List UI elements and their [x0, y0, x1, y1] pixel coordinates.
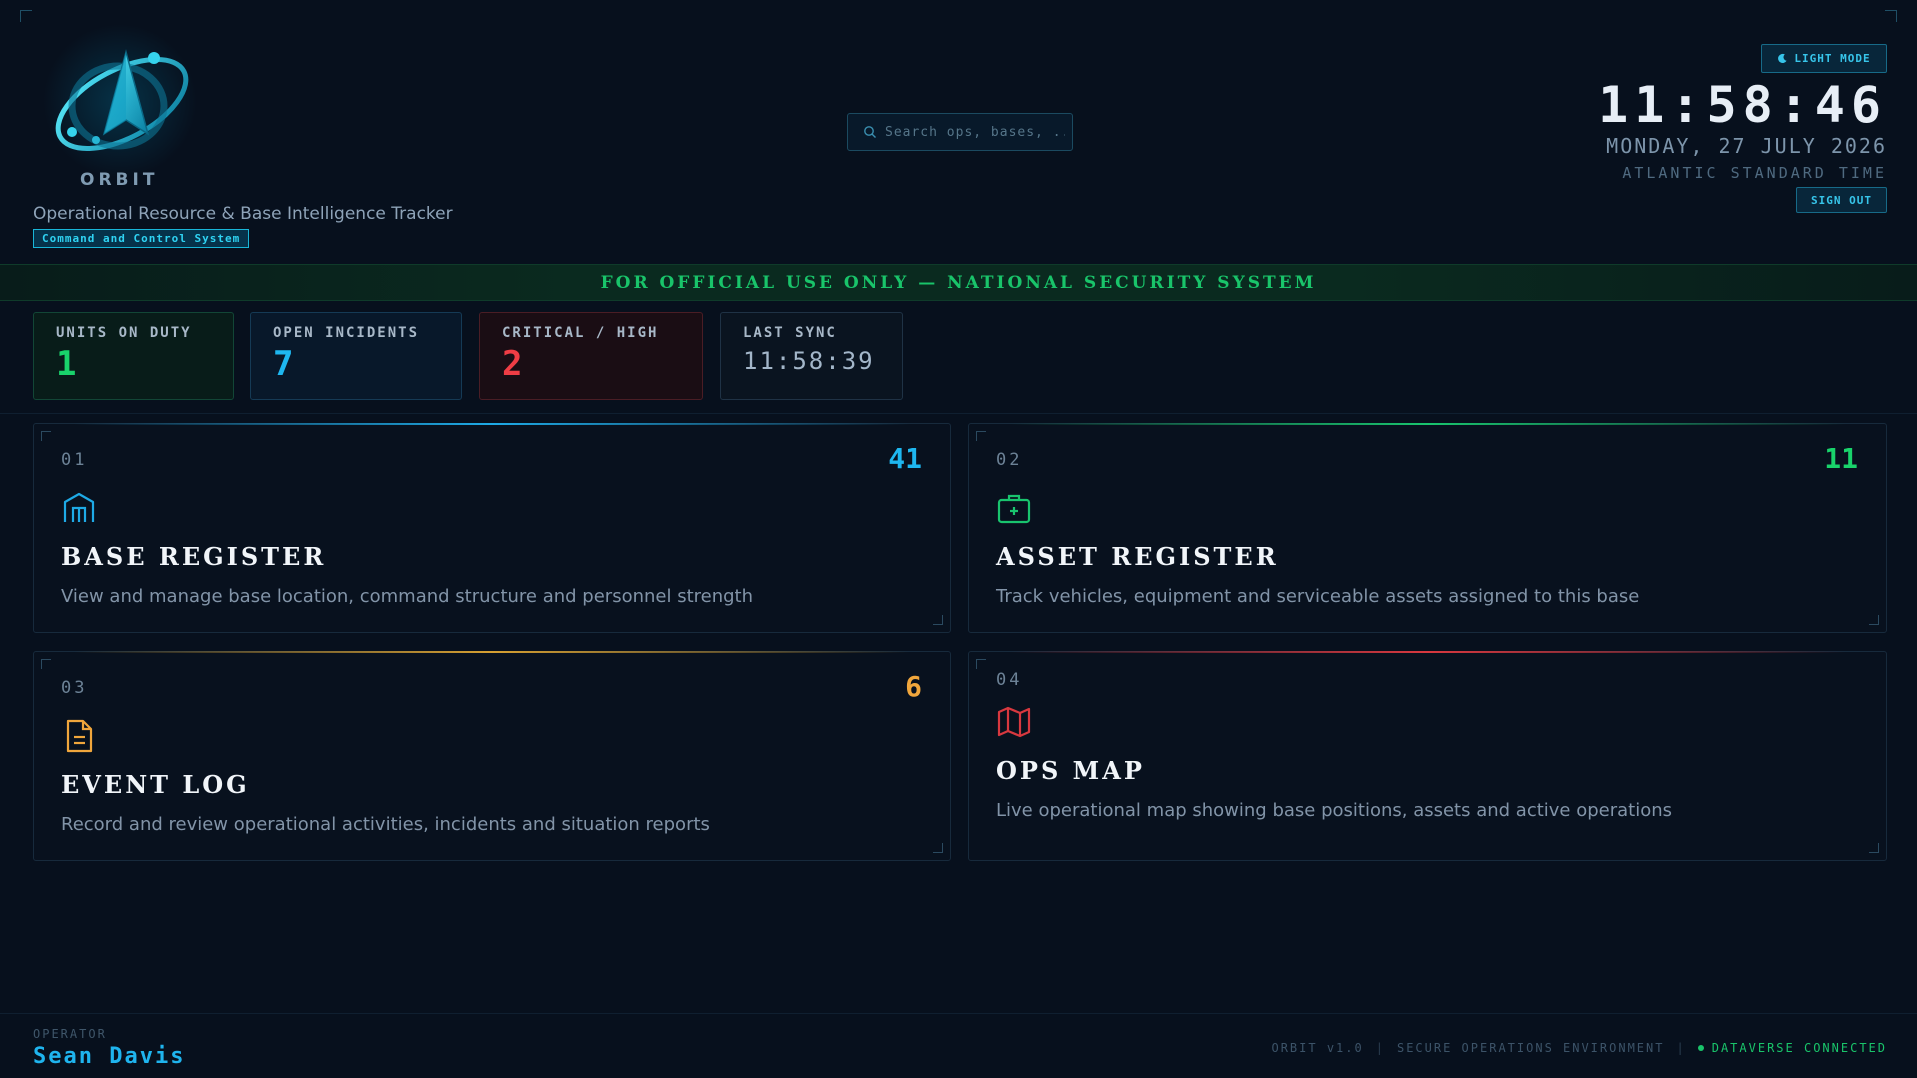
card-description: View and manage base location, command s…: [61, 586, 754, 607]
stat-last-sync: LAST SYNC 11:58:39: [720, 312, 903, 400]
brand-name: ORBIT: [80, 170, 159, 190]
header: ORBIT Operational Resource & Base Intell…: [0, 0, 1917, 262]
search-box[interactable]: [847, 113, 1073, 151]
connection-text: DATAVERSE CONNECTED: [1711, 1041, 1887, 1055]
card-event-log[interactable]: 03 6 EVENT LOG Record and review operati…: [33, 651, 951, 861]
card-ops-map[interactable]: 04 OPS MAP Live operational map showing …: [968, 651, 1887, 861]
search-input[interactable]: [885, 124, 1065, 140]
version-text: ORBIT v1.0: [1271, 1041, 1364, 1055]
card-asset-register[interactable]: 02 11 ASSET REGISTER Track vehicles, equ…: [968, 423, 1887, 633]
orbit-logo: [30, 16, 210, 186]
card-number: 02: [996, 450, 1023, 470]
card-count: 11: [1824, 442, 1858, 475]
stat-value: 7: [273, 344, 294, 384]
card-title: EVENT LOG: [61, 770, 250, 799]
card-description: Live operational map showing base positi…: [996, 800, 1673, 821]
card-title: ASSET REGISTER: [996, 542, 1279, 571]
footer-status: ORBIT v1.0 | SECURE OPERATIONS ENVIRONME…: [1271, 1041, 1887, 1055]
stat-label: LAST SYNC: [743, 325, 837, 341]
operator-label: OPERATOR: [33, 1027, 107, 1041]
moon-icon: [1778, 53, 1787, 64]
stat-critical-high: CRITICAL / HIGH 2: [479, 312, 703, 400]
card-base-register[interactable]: 01 41 BASE REGISTER View and manage base…: [33, 423, 951, 633]
base-building-icon: [63, 492, 95, 522]
stat-value: 11:58:39: [743, 347, 875, 375]
clock-timezone: ATLANTIC STANDARD TIME: [1622, 164, 1887, 182]
stat-label: CRITICAL / HIGH: [502, 325, 659, 341]
light-mode-button[interactable]: LIGHT MODE: [1761, 44, 1887, 73]
system-badge: Command and Control System: [33, 229, 250, 248]
clock-time: 11:58:46: [1598, 76, 1887, 134]
card-number: 01: [61, 450, 88, 470]
document-icon: [66, 719, 93, 753]
stat-units-on-duty: UNITS ON DUTY 1: [33, 312, 234, 400]
card-number: 03: [61, 678, 88, 698]
stat-value: 1: [56, 344, 77, 384]
stat-label: UNITS ON DUTY: [56, 325, 192, 341]
search-icon: [864, 126, 876, 138]
stat-label: OPEN INCIDENTS: [273, 325, 420, 341]
footer: OPERATOR Sean Davis ORBIT v1.0 | SECURE …: [0, 1013, 1917, 1078]
card-title: OPS MAP: [996, 756, 1145, 785]
brand-subtitle: Operational Resource & Base Intelligence…: [33, 204, 453, 224]
clock-date: MONDAY, 27 JULY 2026: [1606, 134, 1887, 158]
card-number: 04: [996, 670, 1023, 690]
map-icon: [997, 706, 1031, 738]
card-count: 6: [905, 670, 922, 703]
status-dot-icon: [1697, 1045, 1704, 1051]
divider: [0, 413, 1917, 414]
card-count: 41: [888, 442, 922, 475]
briefcase-icon: [997, 494, 1031, 524]
connection-status: DATAVERSE CONNECTED: [1697, 1041, 1887, 1055]
security-banner: FOR OFFICIAL USE ONLY — NATIONAL SECURIT…: [0, 264, 1917, 301]
card-title: BASE REGISTER: [61, 542, 327, 571]
card-description: Track vehicles, equipment and serviceabl…: [996, 586, 1640, 607]
stat-value: 2: [502, 344, 523, 384]
sign-out-button[interactable]: SIGN OUT: [1796, 187, 1887, 213]
environment-text: SECURE OPERATIONS ENVIRONMENT: [1396, 1041, 1665, 1055]
stat-open-incidents: OPEN INCIDENTS 7: [250, 312, 462, 400]
operator-name: Sean Davis: [33, 1044, 186, 1069]
card-description: Record and review operational activities…: [61, 814, 710, 835]
light-mode-label: LIGHT MODE: [1794, 52, 1871, 65]
